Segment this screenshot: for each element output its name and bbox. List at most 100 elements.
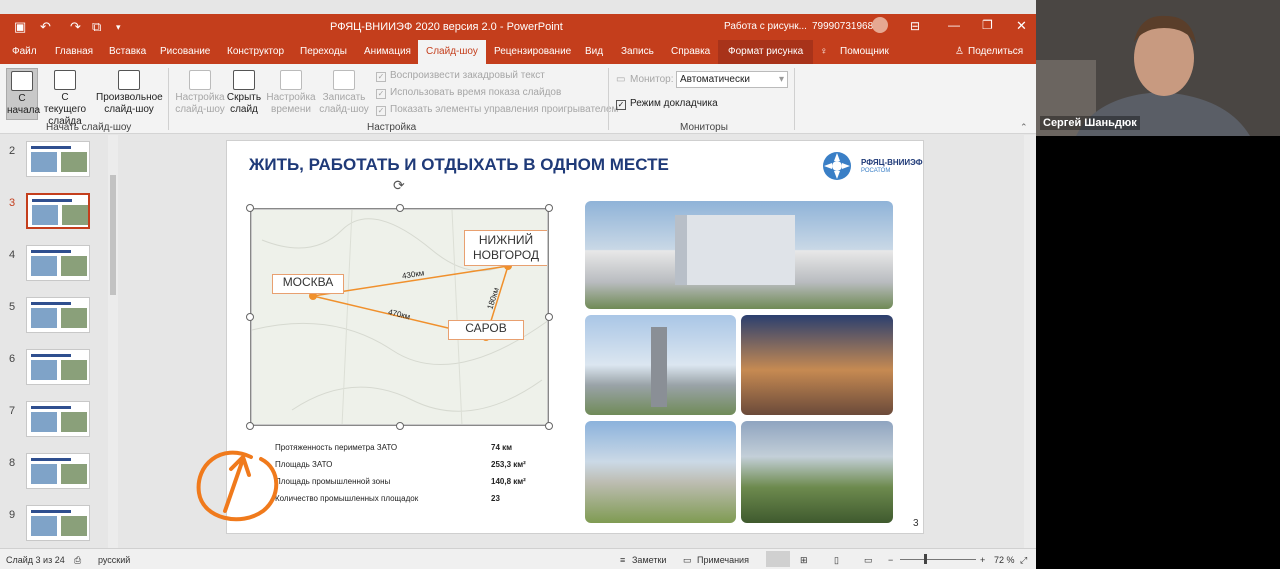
tab-slideshow[interactable]: Слайд-шоу bbox=[418, 40, 486, 64]
from-current-button[interactable]: С текущего слайда bbox=[40, 70, 90, 128]
tab-home[interactable]: Главная bbox=[55, 46, 93, 57]
slide-thumbnail-number: 4 bbox=[9, 249, 16, 261]
slide-scrollbar[interactable] bbox=[1024, 135, 1036, 548]
slide-thumbnail[interactable] bbox=[26, 401, 90, 437]
thumb-image bbox=[61, 516, 87, 536]
slide-thumbnail[interactable] bbox=[26, 245, 90, 281]
start-show-icon[interactable]: ⧉ bbox=[92, 19, 101, 35]
undo-icon[interactable]: ↶ bbox=[40, 19, 51, 35]
slide-thumbnail[interactable] bbox=[26, 297, 90, 333]
photo-monument[interactable] bbox=[585, 315, 736, 415]
customize-qat-icon[interactable]: ▾ bbox=[116, 22, 121, 33]
custom-show-button[interactable]: Произвольное слайд-шоу bbox=[96, 70, 163, 116]
from-beginning-button[interactable]: С начала bbox=[6, 68, 40, 120]
monitor-select[interactable]: Автоматически ▾ bbox=[676, 71, 788, 88]
tab-design[interactable]: Конструктор bbox=[227, 46, 284, 57]
stat-label: Протяженность периметра ЗАТО bbox=[275, 443, 398, 452]
slide-thumbnail[interactable] bbox=[26, 453, 90, 489]
scrollbar-thumb[interactable] bbox=[110, 175, 116, 295]
title-bar: ▣ ↶ ↷ ⧉ ▾ РФЯЦ-ВНИИЭФ 2020 версия 2.0 - … bbox=[0, 14, 1036, 40]
share-button[interactable]: Поделиться bbox=[968, 46, 1023, 57]
setup-show-button[interactable]: Настройка слайд-шоу bbox=[174, 70, 226, 116]
collapse-ribbon-icon[interactable]: ⌃ bbox=[1020, 122, 1028, 133]
tab-help[interactable]: Справка bbox=[671, 46, 710, 57]
tab-draw[interactable]: Рисование bbox=[160, 46, 210, 57]
tab-review[interactable]: Рецензирование bbox=[494, 46, 571, 57]
rehearse-label: Настройка времени bbox=[266, 92, 316, 115]
reading-view-icon[interactable]: ▯ bbox=[834, 555, 839, 566]
group-label-monitors: Мониторы bbox=[680, 122, 728, 133]
save-icon[interactable]: ▣ bbox=[14, 19, 26, 35]
photo-night-square[interactable] bbox=[741, 315, 893, 415]
rotate-handle-icon[interactable]: ⟳ bbox=[393, 177, 405, 194]
zoom-out-icon[interactable]: − bbox=[888, 555, 893, 565]
minimize-icon[interactable]: — bbox=[948, 18, 960, 32]
tab-insert[interactable]: Вставка bbox=[109, 46, 146, 57]
resize-handle[interactable] bbox=[545, 422, 553, 430]
slide-thumbnail[interactable] bbox=[26, 141, 90, 177]
account-name[interactable]: 79990731968 bbox=[812, 21, 873, 32]
comments-button[interactable]: Примечания bbox=[697, 555, 749, 565]
zoom-slider[interactable] bbox=[900, 559, 976, 560]
slideshow-view-icon[interactable]: ▭ bbox=[864, 555, 873, 566]
resize-handle[interactable] bbox=[246, 422, 254, 430]
resize-handle[interactable] bbox=[545, 204, 553, 212]
narration-checkbox[interactable]: ✓ Воспроизвести закадровый текст bbox=[376, 70, 545, 82]
timings-checkbox[interactable]: ✓ Использовать время показа слайдов bbox=[376, 87, 561, 99]
slide-canvas[interactable]: ЖИТЬ, РАБОТАТЬ И ОТДЫХАТЬ В ОДНОМ МЕСТЕ … bbox=[196, 140, 924, 534]
thumb-image bbox=[61, 360, 87, 380]
avatar[interactable] bbox=[872, 17, 888, 33]
resize-handle[interactable] bbox=[396, 422, 404, 430]
thumb-image bbox=[31, 360, 57, 380]
slide-thumbnail-number: 2 bbox=[9, 145, 16, 157]
photo-residential[interactable] bbox=[585, 421, 736, 523]
tab-file[interactable]: Файл bbox=[12, 46, 37, 57]
checkbox-icon: ✓ bbox=[376, 72, 386, 82]
presenter-view-checkbox[interactable]: ✓ Режим докладчика bbox=[616, 98, 718, 110]
normal-view-icon[interactable] bbox=[766, 551, 790, 567]
slide-title[interactable]: ЖИТЬ, РАБОТАТЬ И ОТДЫХАТЬ В ОДНОМ МЕСТЕ bbox=[249, 155, 669, 175]
spellcheck-icon[interactable]: ⎙ bbox=[74, 555, 81, 566]
custom-show-label: Произвольное слайд-шоу bbox=[96, 92, 163, 115]
slide-thumbnail[interactable] bbox=[26, 349, 90, 385]
thumbnails-scrollbar[interactable] bbox=[108, 135, 118, 548]
slide-thumbnail-number: 6 bbox=[9, 353, 16, 365]
fit-slide-icon[interactable]: ⤢ bbox=[1020, 555, 1027, 566]
tab-animation[interactable]: Анимация bbox=[364, 46, 411, 57]
resize-handle[interactable] bbox=[396, 204, 404, 212]
sorter-view-icon[interactable]: ⊞ bbox=[800, 555, 808, 566]
zoom-level[interactable]: 72 % bbox=[994, 555, 1015, 565]
record-show-button[interactable]: Записать слайд-шоу bbox=[318, 70, 370, 116]
photo-park-aerial[interactable] bbox=[741, 421, 893, 523]
tab-transitions[interactable]: Переходы bbox=[300, 46, 347, 57]
resize-handle[interactable] bbox=[246, 204, 254, 212]
photo-city-buildings[interactable] bbox=[585, 201, 893, 309]
controls-checkbox[interactable]: ✓ Показать элементы управления проигрыват… bbox=[376, 104, 618, 116]
tab-record[interactable]: Запись bbox=[621, 46, 654, 57]
notes-button[interactable]: Заметки bbox=[632, 555, 666, 565]
resize-handle[interactable] bbox=[545, 313, 553, 321]
resize-handle[interactable] bbox=[246, 313, 254, 321]
language-indicator[interactable]: русский bbox=[98, 555, 130, 565]
slide-thumbnail[interactable] bbox=[26, 193, 90, 229]
restore-icon[interactable]: ❐ bbox=[982, 18, 993, 32]
hide-slide-button[interactable]: Скрыть слайд bbox=[226, 70, 262, 116]
group-label-start: Начать слайд-шоу bbox=[46, 122, 132, 133]
zoom-in-icon[interactable]: + bbox=[980, 555, 985, 565]
tab-view[interactable]: Вид bbox=[585, 46, 603, 57]
ribbon-display-icon[interactable]: ⊟ bbox=[910, 19, 920, 33]
slideshow-current-icon bbox=[54, 70, 76, 90]
thumb-image bbox=[61, 152, 87, 172]
photo-monument-column bbox=[651, 327, 667, 407]
thumb-image bbox=[61, 412, 87, 432]
slide-thumbnails-panel: 2 3 4 5 6 7 8 9 bbox=[0, 135, 120, 548]
redo-icon[interactable]: ↷ bbox=[70, 19, 81, 35]
slide-thumbnail[interactable] bbox=[26, 505, 90, 541]
zoom-slider-thumb[interactable] bbox=[924, 554, 927, 564]
close-icon[interactable]: ✕ bbox=[1016, 18, 1027, 34]
tab-picture-format[interactable]: Формат рисунка bbox=[718, 40, 814, 64]
tab-assistant[interactable]: Помощник bbox=[840, 46, 889, 57]
rehearse-button[interactable]: Настройка времени bbox=[266, 70, 316, 116]
setup-show-label: Настройка слайд-шоу bbox=[175, 92, 225, 115]
context-label: Работа с рисунк... bbox=[724, 21, 807, 32]
